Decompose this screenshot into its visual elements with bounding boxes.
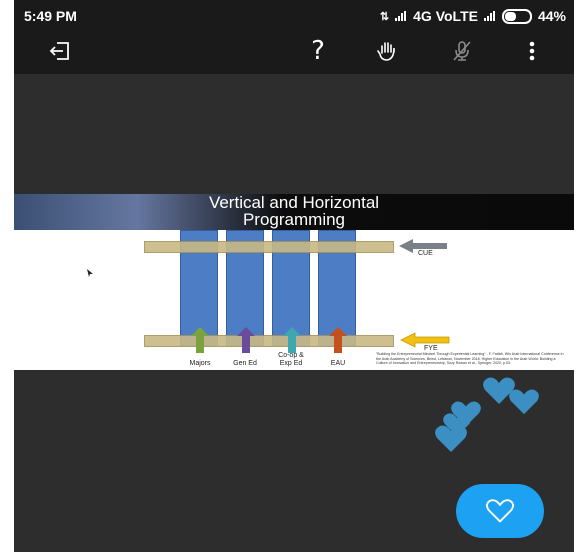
- band-fye: [144, 335, 394, 347]
- signal-icon-2: [483, 11, 496, 21]
- floating-heart-icon: [435, 425, 467, 452]
- arrow-up-green-icon: [191, 327, 209, 353]
- status-bar: 5:49 PM ⇅ 4G VoLTE 44%: [14, 0, 574, 30]
- arrow-up-teal-icon: [283, 327, 301, 353]
- slide-title-bar: Vertical and Horizontal Programming: [14, 194, 574, 230]
- cursor-icon: [87, 269, 93, 277]
- status-right: ⇅ 4G VoLTE 44%: [380, 8, 566, 24]
- help-icon[interactable]: ?: [298, 36, 338, 66]
- floating-heart-icon: [509, 389, 539, 415]
- exit-icon[interactable]: [40, 36, 80, 66]
- status-time: 5:49 PM: [24, 8, 77, 24]
- video-area-top: [14, 74, 574, 194]
- slide-reference: "Building the Entrepreneurial Mindset Th…: [376, 352, 564, 365]
- meeting-toolbar: ?: [14, 30, 574, 74]
- battery-icon: [501, 8, 532, 24]
- mic-off-icon[interactable]: [442, 36, 482, 66]
- label-cue: CUE: [418, 250, 433, 257]
- raise-hand-icon[interactable]: [368, 36, 408, 66]
- help-glyph: ?: [311, 36, 325, 66]
- battery-percent: 44%: [537, 8, 566, 24]
- col-label-eau: EAU: [330, 360, 346, 367]
- shared-slide: Vertical and Horizontal Programming CUE …: [14, 194, 574, 370]
- arrow-up-purple-icon: [237, 327, 255, 353]
- col-label-gen-ed: Gen Ed: [233, 360, 257, 367]
- arrow-up-orange-icon: [329, 327, 347, 353]
- slide-title-line2: Programming: [242, 210, 346, 229]
- col-label-coop: Co-op & Exp Ed: [278, 352, 304, 367]
- like-button[interactable]: [456, 484, 544, 538]
- signal-icon: [395, 11, 407, 21]
- phone-screen: 5:49 PM ⇅ 4G VoLTE 44% ? Vertical and Ho…: [14, 0, 574, 552]
- heart-outline-icon: [485, 499, 515, 523]
- more-options-icon[interactable]: [512, 36, 552, 66]
- network-label: 4G VoLTE: [413, 8, 478, 24]
- band-cue: [144, 241, 394, 253]
- col-label-majors: Majors: [189, 360, 211, 367]
- data-transfer-icon: ⇅: [379, 10, 390, 23]
